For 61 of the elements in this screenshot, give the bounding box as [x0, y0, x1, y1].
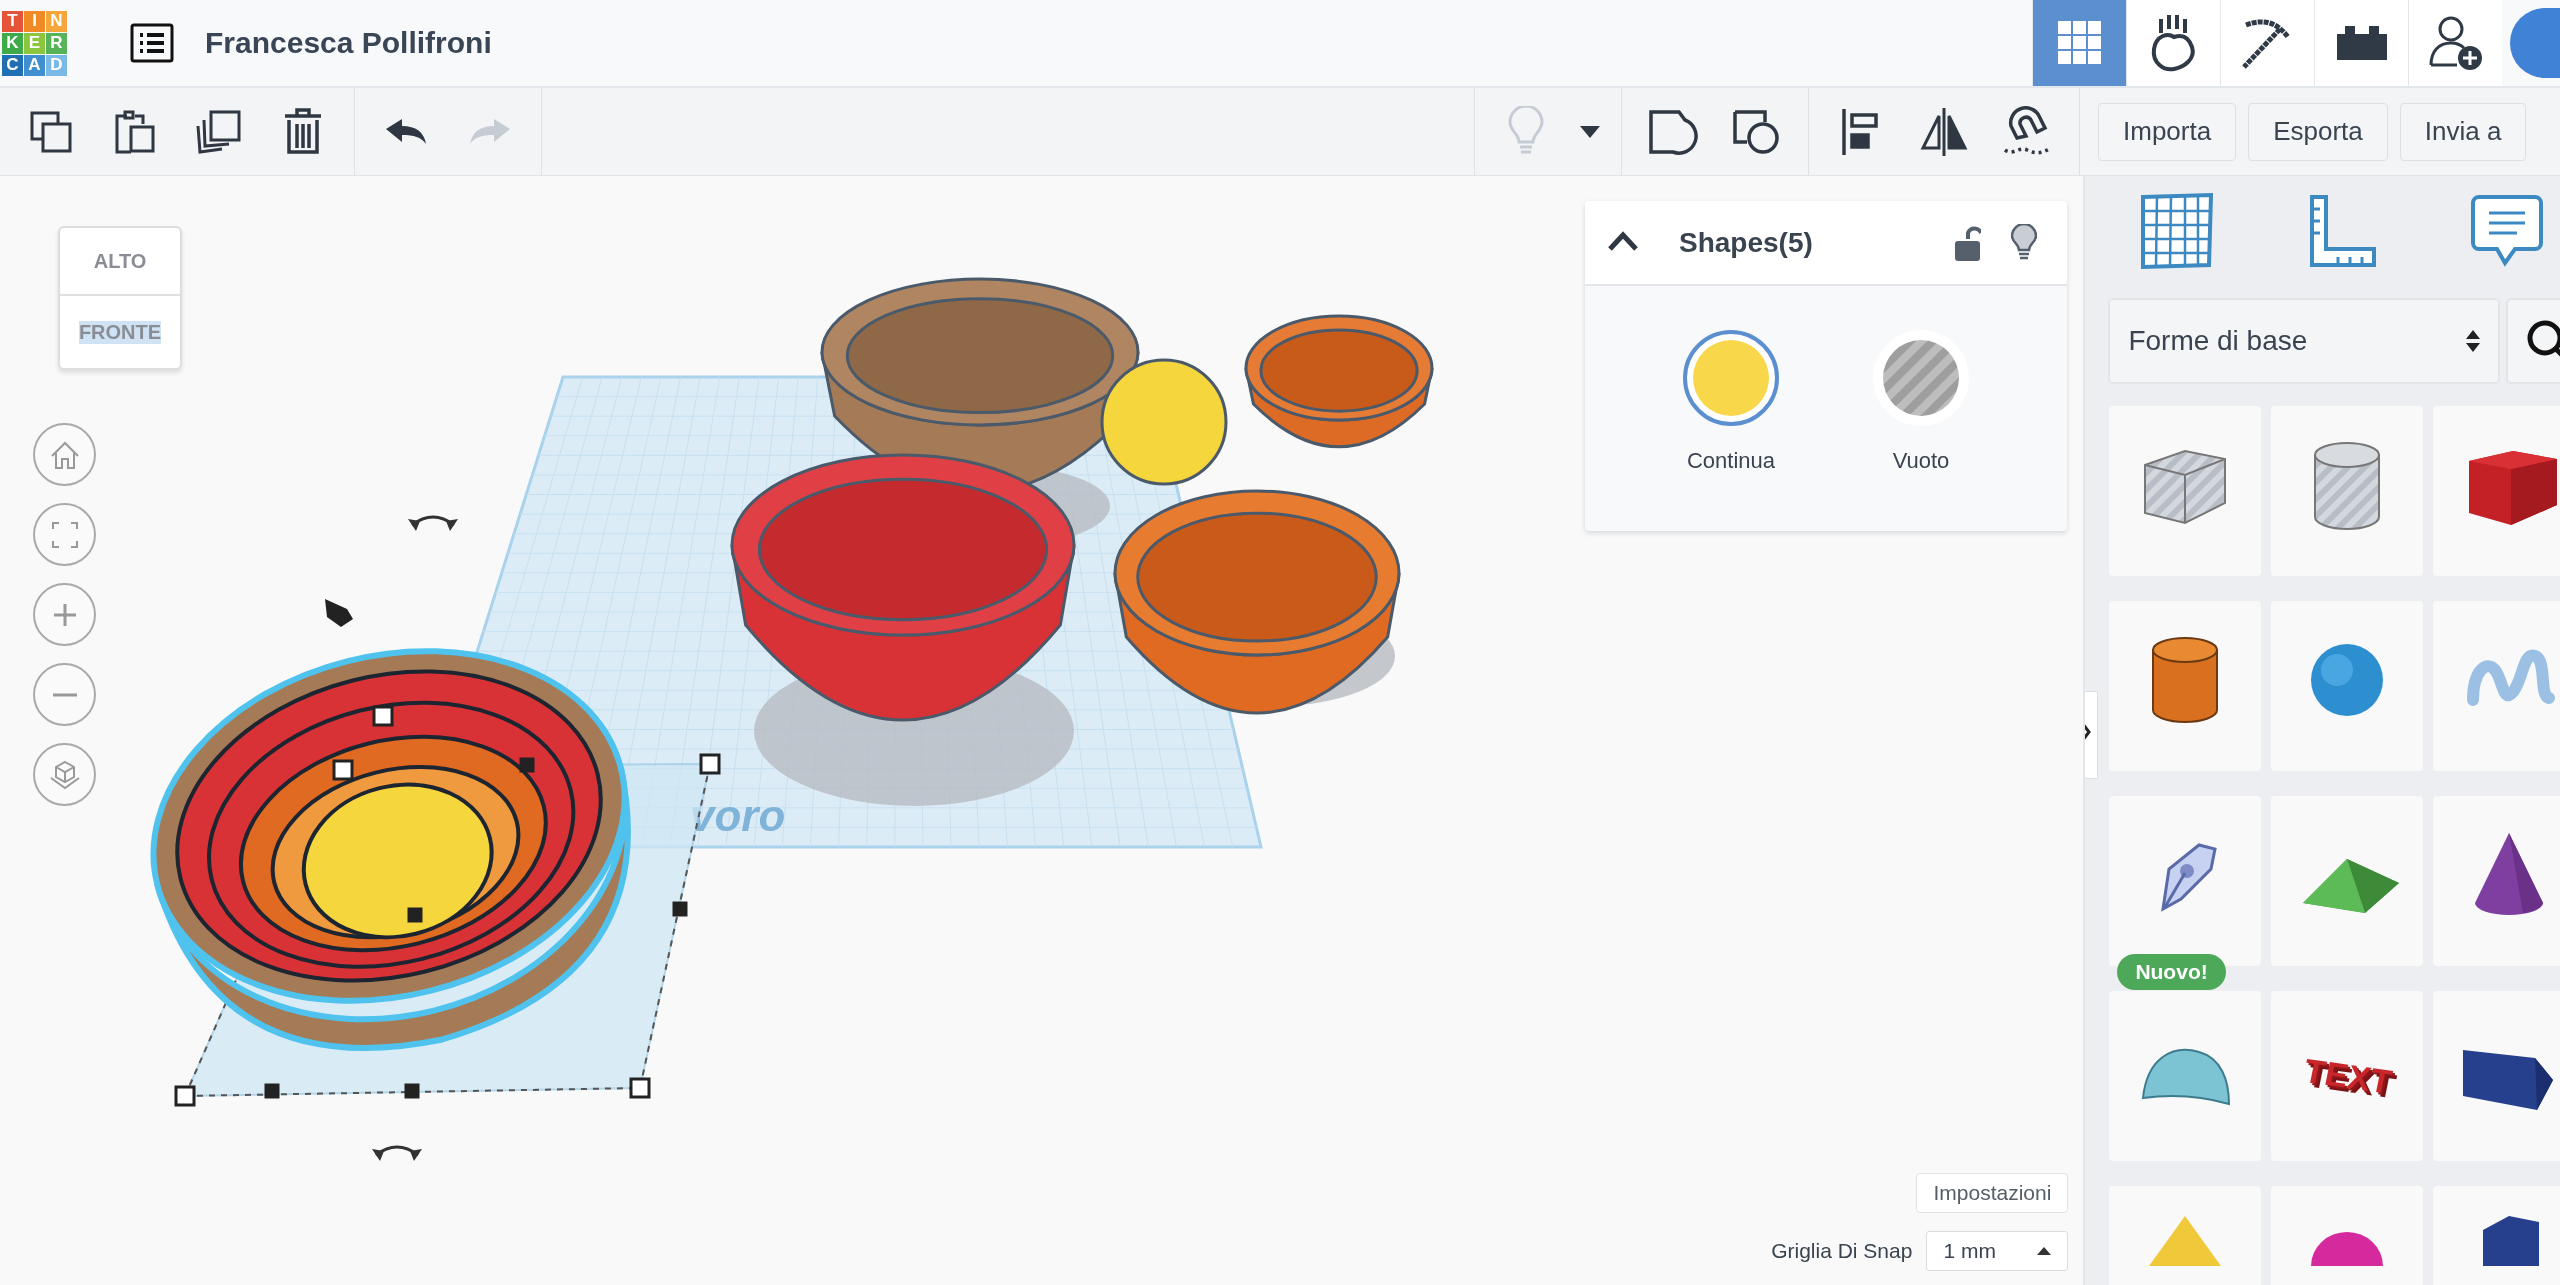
resize-handle[interactable]: [407, 907, 423, 923]
toolbar-button[interactable]: Esporta: [2248, 102, 2388, 161]
avatar[interactable]: [2510, 8, 2560, 78]
option-label: Vuoto: [1892, 448, 1950, 474]
logo-letter: D: [46, 54, 67, 76]
brick-icon[interactable]: [2314, 0, 2408, 86]
shape-tile[interactable]: TEXT: [2271, 991, 2424, 1161]
shape-tile[interactable]: [2109, 796, 2262, 966]
shape-tile[interactable]: [2271, 601, 2424, 771]
hand-with-apple-icon[interactable]: [2126, 0, 2220, 86]
text-shape-label: TEXT: [2303, 1050, 2391, 1102]
resize-handle[interactable]: [174, 1085, 196, 1107]
logo-letter: N: [46, 10, 67, 32]
caret-icon: [2037, 1247, 2052, 1255]
cube-face-label: ALTO: [93, 249, 147, 273]
shape-tile[interactable]: [2433, 406, 2560, 576]
pickaxe-icon[interactable]: [2220, 0, 2314, 86]
panel-title: Shapes(5): [1679, 226, 1813, 259]
add-user-icon[interactable]: [2408, 0, 2502, 86]
logo-letter: I: [24, 10, 45, 32]
cursor-icon: [325, 599, 353, 627]
resize-handle[interactable]: [519, 757, 535, 773]
resize-handle[interactable]: [672, 901, 688, 917]
settings-button[interactable]: Impostazioni: [1916, 1173, 2069, 1213]
shape-tile[interactable]: [2433, 601, 2560, 771]
rotate-arrow-icon[interactable]: [372, 1145, 422, 1161]
logo-letter: K: [2, 32, 23, 54]
shape-tile[interactable]: [2271, 406, 2424, 576]
shape-tile[interactable]: [2109, 601, 2262, 771]
shape-tile[interactable]: [2109, 406, 2262, 576]
shape-tile[interactable]: [2433, 991, 2560, 1161]
new-badge: Nuovo!: [2117, 954, 2226, 990]
resize-handle[interactable]: [404, 1083, 420, 1099]
snap-grid-select[interactable]: 1 mm: [1926, 1231, 2069, 1271]
logo-letter: E: [24, 32, 45, 54]
shape-tile[interactable]: [2109, 991, 2262, 1161]
snap-grid-label: Griglia Di Snap: [1771, 1239, 1913, 1263]
rotate-arrow-icon[interactable]: [408, 515, 458, 531]
resize-handle[interactable]: [372, 705, 394, 727]
up-down-arrows-icon: [2466, 329, 2481, 353]
category-select[interactable]: Forme di base: [2108, 298, 2501, 384]
toolbar-button[interactable]: Invia a: [2399, 102, 2527, 161]
logo-letter: T: [2, 10, 23, 32]
solid-option[interactable]: Continua: [1676, 330, 1786, 474]
shape-tile[interactable]: [2271, 796, 2424, 966]
unlocked-padlock-icon[interactable]: [1955, 224, 1981, 261]
resize-handle[interactable]: [629, 1077, 651, 1099]
logo-letter: R: [46, 32, 67, 54]
resize-handle[interactable]: [332, 759, 354, 781]
toolbar-button[interactable]: Importa: [2098, 102, 2237, 161]
lightbulb-icon[interactable]: [2011, 223, 2037, 262]
workplane-label: voro: [690, 791, 786, 840]
resize-handle[interactable]: [699, 753, 721, 775]
shape-tile[interactable]: [2433, 796, 2560, 966]
project-title[interactable]: Francesca Pollifroni: [205, 26, 492, 60]
cube-face-label: FRONTE: [78, 320, 162, 344]
logo-letter: A: [24, 54, 45, 76]
resize-handle[interactable]: [264, 1083, 280, 1099]
option-label: Continua: [1686, 448, 1776, 474]
logo-letter: C: [2, 54, 23, 76]
hole-option[interactable]: Vuoto: [1866, 330, 1976, 474]
